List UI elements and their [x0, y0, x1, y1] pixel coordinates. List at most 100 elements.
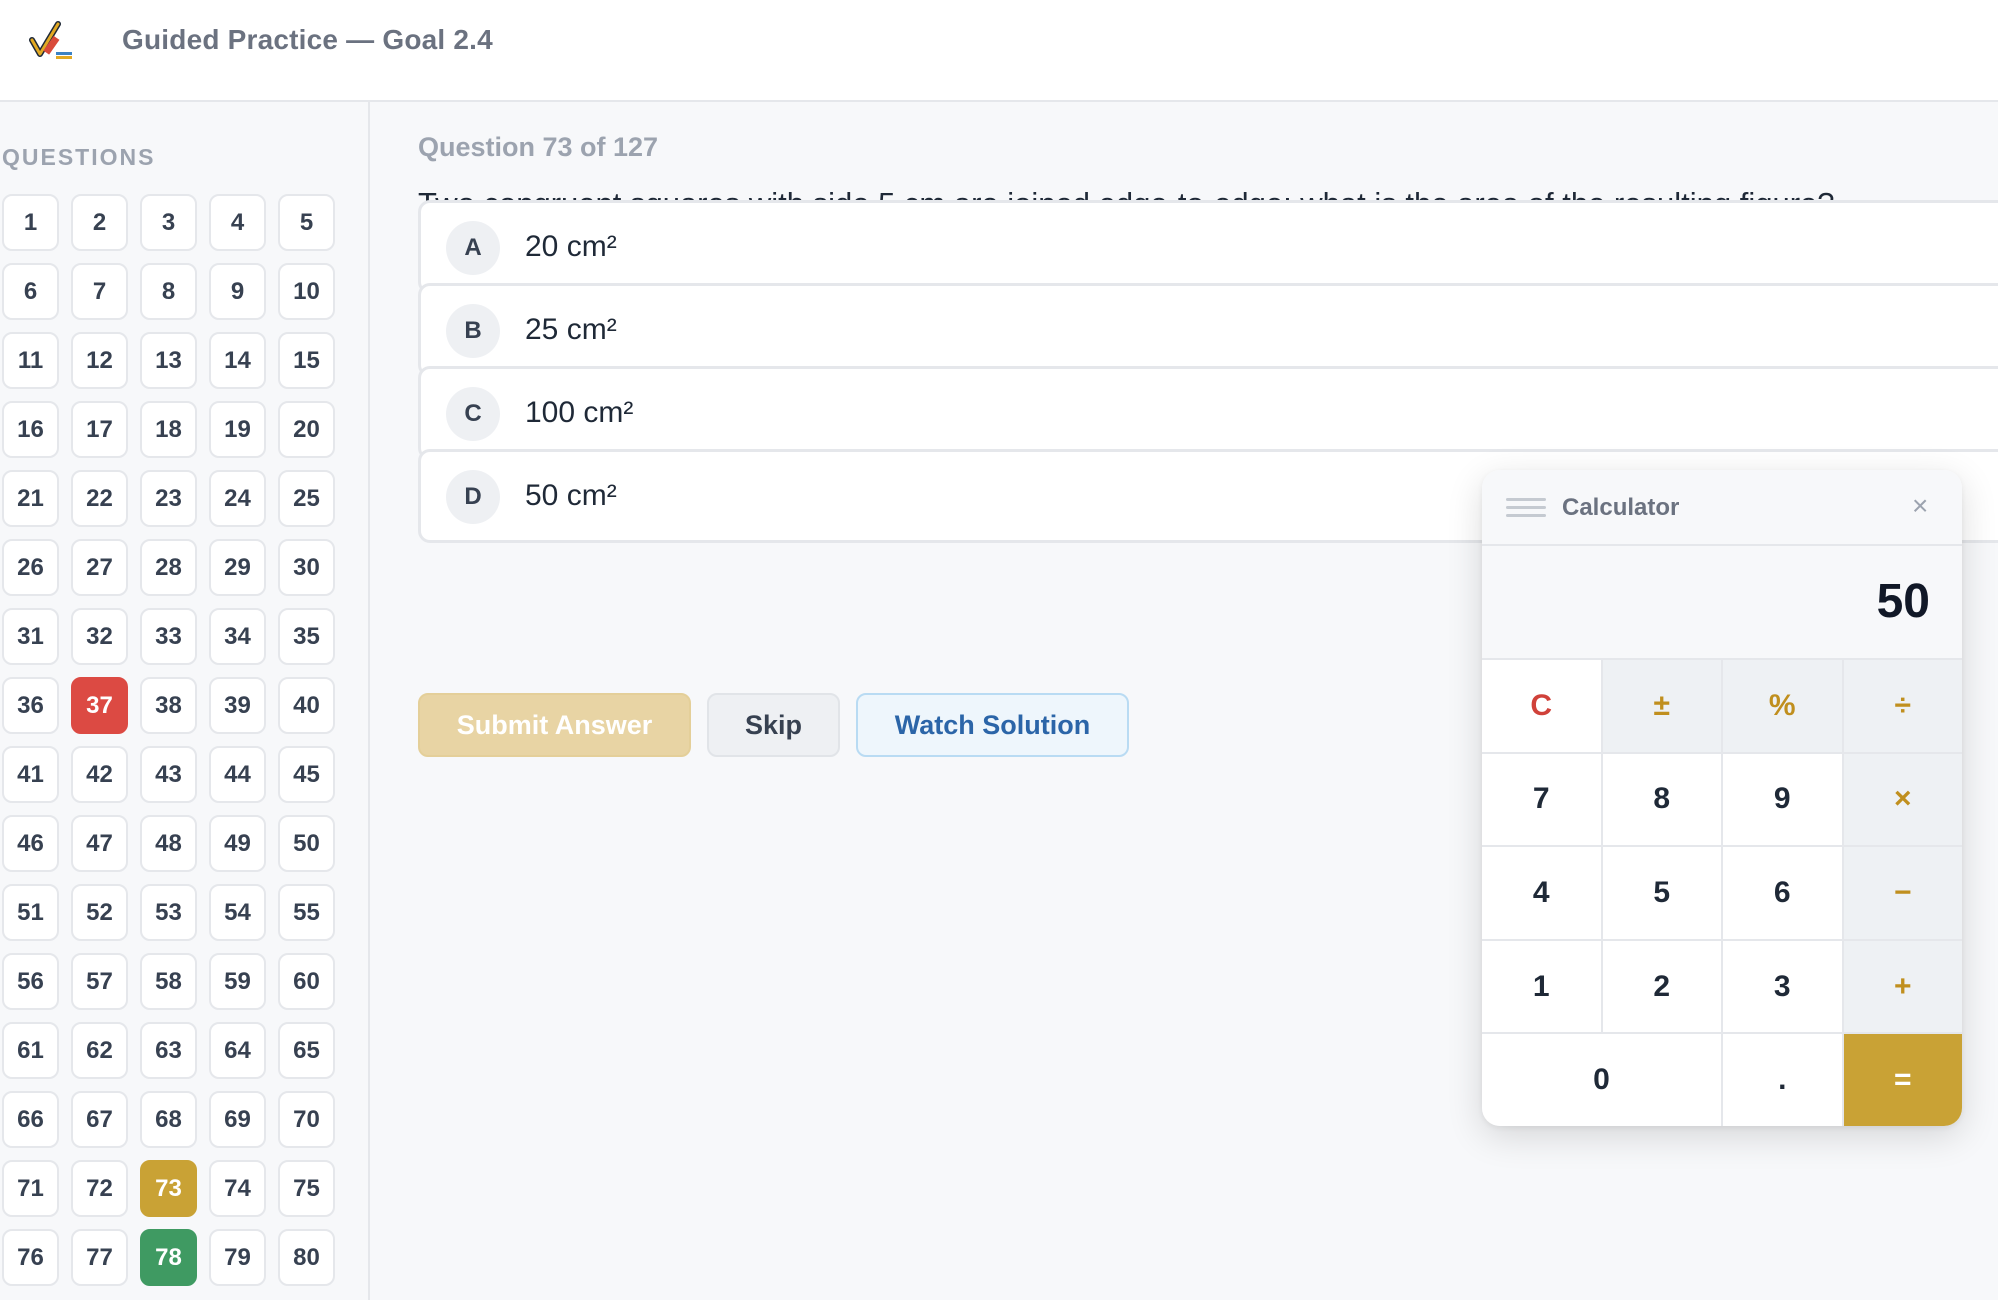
- option-a[interactable]: A 20 cm²: [418, 200, 1998, 294]
- question-number-button[interactable]: 35: [278, 608, 335, 665]
- plus-minus-key[interactable]: ±: [1602, 660, 1721, 752]
- question-number-button[interactable]: 30: [278, 539, 335, 596]
- question-number-button[interactable]: 55: [278, 884, 335, 941]
- key-6[interactable]: 6: [1723, 847, 1842, 939]
- watch-solution-button[interactable]: Watch Solution: [856, 693, 1129, 757]
- question-number-button[interactable]: 19: [209, 401, 266, 458]
- question-number-button[interactable]: 38: [140, 677, 197, 734]
- drag-handle-icon[interactable]: [1506, 498, 1546, 518]
- question-number-button[interactable]: 5: [278, 194, 335, 251]
- question-number-button[interactable]: 65: [278, 1022, 335, 1079]
- key-1[interactable]: 1: [1482, 940, 1601, 1033]
- question-number-button[interactable]: 49: [209, 815, 266, 872]
- question-number-button[interactable]: 21: [2, 470, 59, 527]
- question-number-button[interactable]: 27: [71, 539, 128, 596]
- question-number-button[interactable]: 43: [140, 746, 197, 803]
- question-number-button[interactable]: 52: [71, 884, 128, 941]
- question-number-button[interactable]: 45: [278, 746, 335, 803]
- minus-key[interactable]: −: [1843, 847, 1962, 939]
- submit-answer-button[interactable]: Submit Answer: [418, 693, 691, 757]
- question-number-button[interactable]: 46: [2, 815, 59, 872]
- decimal-key[interactable]: .: [1723, 1034, 1842, 1126]
- question-number-button[interactable]: 44: [209, 746, 266, 803]
- question-number-button[interactable]: 77: [71, 1229, 128, 1286]
- question-number-button[interactable]: 75: [278, 1160, 335, 1217]
- question-number-button[interactable]: 18: [140, 401, 197, 458]
- percent-key[interactable]: %: [1723, 660, 1842, 752]
- question-number-button[interactable]: 9: [209, 263, 266, 320]
- question-number-button[interactable]: 67: [71, 1091, 128, 1148]
- question-number-button[interactable]: 64: [209, 1022, 266, 1079]
- question-number-button[interactable]: 31: [2, 608, 59, 665]
- question-number-button[interactable]: 13: [140, 332, 197, 389]
- question-number-button[interactable]: 1: [2, 194, 59, 251]
- divide-key[interactable]: ÷: [1843, 660, 1962, 752]
- question-number-button[interactable]: 59: [209, 953, 266, 1010]
- plus-key[interactable]: +: [1843, 940, 1962, 1033]
- question-number-button[interactable]: 78: [140, 1229, 197, 1286]
- question-number-button[interactable]: 12: [71, 332, 128, 389]
- question-number-button[interactable]: 63: [140, 1022, 197, 1079]
- skip-button[interactable]: Skip: [707, 693, 840, 757]
- question-number-button[interactable]: 37: [71, 677, 128, 734]
- question-number-button[interactable]: 68: [140, 1091, 197, 1148]
- question-number-button[interactable]: 20: [278, 401, 335, 458]
- question-number-button[interactable]: 69: [209, 1091, 266, 1148]
- question-number-button[interactable]: 53: [140, 884, 197, 941]
- question-number-button[interactable]: 33: [140, 608, 197, 665]
- question-number-button[interactable]: 71: [2, 1160, 59, 1217]
- key-3[interactable]: 3: [1723, 940, 1842, 1033]
- question-number-button[interactable]: 15: [278, 332, 335, 389]
- question-number-button[interactable]: 34: [209, 608, 266, 665]
- question-number-button[interactable]: 57: [71, 953, 128, 1010]
- question-number-button[interactable]: 23: [140, 470, 197, 527]
- question-number-button[interactable]: 17: [71, 401, 128, 458]
- question-number-button[interactable]: 11: [2, 332, 59, 389]
- question-number-button[interactable]: 47: [71, 815, 128, 872]
- question-number-button[interactable]: 76: [2, 1229, 59, 1286]
- question-number-button[interactable]: 72: [71, 1160, 128, 1217]
- key-7[interactable]: 7: [1482, 753, 1601, 846]
- question-number-button[interactable]: 58: [140, 953, 197, 1010]
- question-number-button[interactable]: 29: [209, 539, 266, 596]
- question-number-button[interactable]: 61: [2, 1022, 59, 1079]
- option-c[interactable]: C 100 cm²: [418, 366, 1998, 460]
- key-5[interactable]: 5: [1602, 847, 1721, 939]
- question-number-button[interactable]: 80: [278, 1229, 335, 1286]
- question-number-button[interactable]: 7: [71, 263, 128, 320]
- key-9[interactable]: 9: [1723, 753, 1842, 846]
- question-number-button[interactable]: 40: [278, 677, 335, 734]
- question-number-button[interactable]: 28: [140, 539, 197, 596]
- equals-key[interactable]: =: [1843, 1034, 1962, 1126]
- question-number-button[interactable]: 25: [278, 470, 335, 527]
- question-number-button[interactable]: 54: [209, 884, 266, 941]
- question-number-button[interactable]: 26: [2, 539, 59, 596]
- multiply-key[interactable]: ×: [1843, 753, 1962, 846]
- question-number-button[interactable]: 60: [278, 953, 335, 1010]
- key-0[interactable]: 0: [1482, 1034, 1721, 1126]
- question-number-button[interactable]: 79: [209, 1229, 266, 1286]
- calculator-header[interactable]: Calculator ×: [1482, 470, 1962, 546]
- question-number-button[interactable]: 48: [140, 815, 197, 872]
- question-number-button[interactable]: 56: [2, 953, 59, 1010]
- clear-key[interactable]: C: [1482, 660, 1601, 752]
- key-8[interactable]: 8: [1602, 753, 1721, 846]
- question-number-button[interactable]: 4: [209, 194, 266, 251]
- question-number-button[interactable]: 39: [209, 677, 266, 734]
- question-number-button[interactable]: 32: [71, 608, 128, 665]
- option-b[interactable]: B 25 cm²: [418, 283, 1998, 377]
- question-number-button[interactable]: 74: [209, 1160, 266, 1217]
- question-number-button[interactable]: 2: [71, 194, 128, 251]
- question-number-button[interactable]: 51: [2, 884, 59, 941]
- question-number-button[interactable]: 24: [209, 470, 266, 527]
- question-number-button[interactable]: 42: [71, 746, 128, 803]
- question-number-button[interactable]: 10: [278, 263, 335, 320]
- key-4[interactable]: 4: [1482, 847, 1601, 939]
- question-number-button[interactable]: 73: [140, 1160, 197, 1217]
- question-number-button[interactable]: 6: [2, 263, 59, 320]
- question-number-button[interactable]: 16: [2, 401, 59, 458]
- key-2[interactable]: 2: [1602, 940, 1721, 1033]
- close-icon[interactable]: ×: [1912, 490, 1928, 522]
- question-number-button[interactable]: 8: [140, 263, 197, 320]
- question-number-button[interactable]: 3: [140, 194, 197, 251]
